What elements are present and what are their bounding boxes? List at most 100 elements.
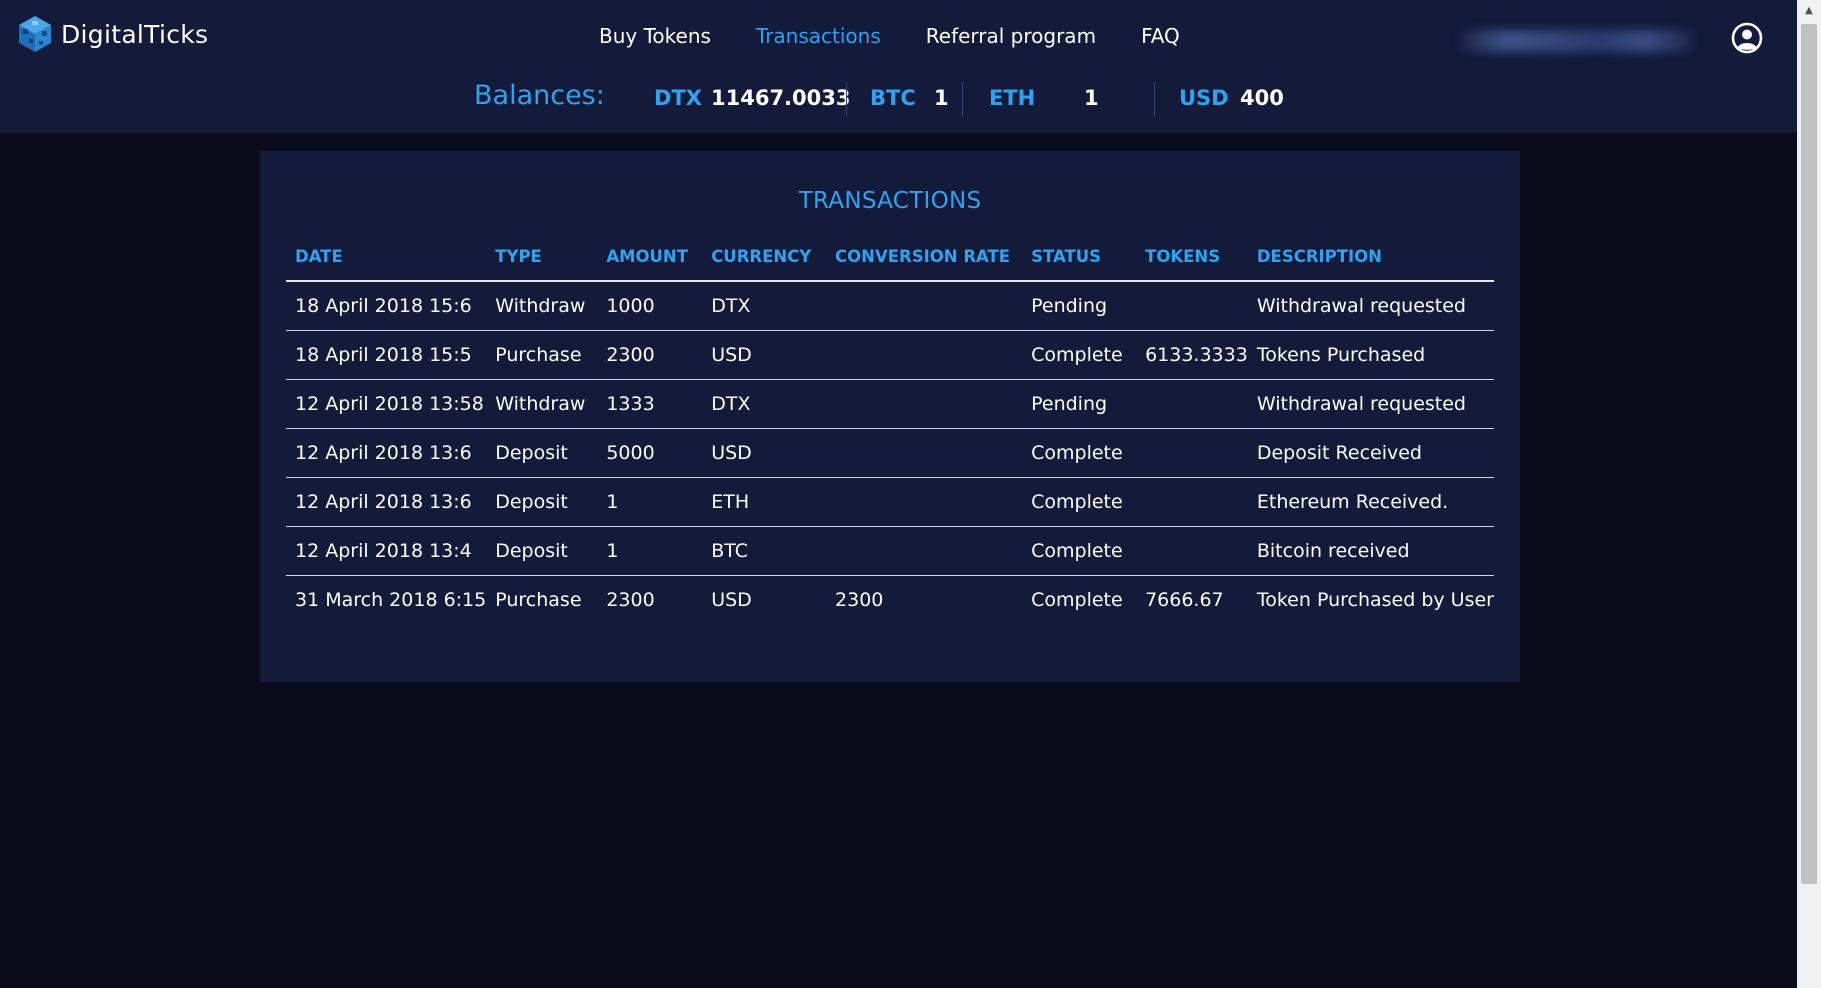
scroll-up-icon[interactable]: ▲ [1797, 2, 1821, 20]
balance-divider [962, 82, 963, 116]
balance-currency-dtx: DTX [654, 86, 702, 110]
cell-date: 18 April 2018 15:5 [286, 330, 487, 380]
cell-status: Complete [1031, 589, 1123, 611]
column-header[interactable]: CONVERSION RATE [826, 233, 1023, 282]
cell-status: Complete [1022, 477, 1137, 527]
cell-description: Token Purchased by User [1256, 589, 1494, 611]
transactions-table: DATE TYPE AMOUNT CURRENCY CONVERSION RAT… [286, 233, 1494, 624]
nav-faq[interactable]: FAQ [1141, 24, 1180, 48]
transactions-title: TRANSACTIONS [798, 188, 982, 214]
column-header[interactable]: AMOUNT [597, 233, 703, 282]
cell-type: Withdraw [486, 379, 598, 429]
cell-amount: 1 [597, 477, 703, 527]
table-row: 12 April 2018 13:6 Deposit 5000 USD Comp… [286, 428, 1494, 478]
cell-currency: BTC [702, 526, 827, 576]
cell-date: 12 April 2018 13:6 [286, 477, 487, 527]
cell-currency: DTX [702, 379, 827, 429]
cell-amount: 5000 [597, 428, 703, 478]
cell-description: Withdrawal requested [1247, 281, 1494, 331]
vertical-scrollbar[interactable]: ▲ [1797, 0, 1821, 988]
cell-conversion-rate [826, 281, 1023, 331]
app-logo[interactable]: DigitalTicks [16, 14, 208, 54]
balance-divider [1154, 82, 1155, 116]
cell-type: Deposit [486, 526, 598, 576]
cell-tokens: 7666.67 [1145, 589, 1224, 611]
table-row: 12 April 2018 13:6 Deposit 1 ETH Complet… [286, 477, 1494, 527]
cell-conversion-rate [826, 330, 1023, 380]
cell-status: Complete [1022, 330, 1137, 380]
cell-amount: 1000 [597, 281, 703, 331]
cell-currency: USD [702, 330, 827, 380]
nav-referral-program[interactable]: Referral program [926, 24, 1096, 48]
cell-type: Withdraw [486, 281, 598, 331]
nav-transactions[interactable]: Transactions [756, 24, 881, 48]
cell-type: Purchase [495, 589, 582, 611]
app-name: DigitalTicks [61, 19, 209, 49]
balance-currency-usd: USD [1179, 86, 1229, 110]
top-navigation-bar: DigitalTicks Buy Tokens Transactions Ref… [0, 0, 1797, 133]
user-circle-icon[interactable] [1731, 22, 1763, 54]
table-row: 31 March 2018 6:15 Purchase 2300 USD 230… [286, 576, 1494, 625]
cell-currency: ETH [702, 477, 827, 527]
balance-value-btc: 1 [934, 86, 949, 110]
cell-conversion-rate [826, 526, 1023, 576]
balance-currency-eth: ETH [989, 86, 1036, 110]
cell-tokens [1136, 428, 1248, 478]
cell-tokens: 6133.3333 [1136, 330, 1248, 380]
blurred-username [1460, 30, 1692, 52]
cell-description: Ethereum Received. [1247, 477, 1494, 527]
cell-amount: 2300 [606, 589, 655, 611]
cell-status: Pending [1022, 379, 1137, 429]
column-header[interactable]: TOKENS [1136, 233, 1248, 282]
scrollbar-thumb[interactable] [1801, 24, 1817, 884]
column-header[interactable]: DATE [286, 233, 487, 282]
cell-description: Bitcoin received [1247, 526, 1494, 576]
cell-tokens [1136, 379, 1248, 429]
cell-currency: USD [711, 589, 752, 611]
column-header[interactable]: TYPE [486, 233, 598, 282]
balance-value-eth: 1 [1084, 86, 1099, 110]
cell-type: Deposit [486, 428, 598, 478]
cell-tokens [1136, 281, 1248, 331]
table-row: 18 April 2018 15:5 Purchase 2300 USD Com… [286, 330, 1494, 380]
cell-conversion-rate: 2300 [835, 589, 884, 611]
balance-divider [846, 82, 847, 116]
table-row: 12 April 2018 13:58 Withdraw 1333 DTX Pe… [286, 379, 1494, 429]
table-row: 12 April 2018 13:4 Deposit 1 BTC Complet… [286, 526, 1494, 576]
table-header-row: DATE TYPE AMOUNT CURRENCY CONVERSION RAT… [286, 233, 1494, 282]
cell-date: 18 April 2018 15:6 [286, 281, 487, 331]
main-nav: Buy Tokens Transactions Referral program… [599, 24, 1225, 48]
column-header[interactable]: CURRENCY [702, 233, 827, 282]
cell-conversion-rate [826, 379, 1023, 429]
cell-currency: USD [702, 428, 827, 478]
cell-tokens [1136, 477, 1248, 527]
cell-conversion-rate [826, 428, 1023, 478]
cell-description: Tokens Purchased [1247, 330, 1494, 380]
cell-description: Deposit Received [1247, 428, 1494, 478]
cell-amount: 1 [597, 526, 703, 576]
cell-date: 31 March 2018 6:15 [295, 589, 487, 611]
cell-type: Purchase [486, 330, 598, 380]
cell-type: Deposit [486, 477, 598, 527]
balance-value-dtx: 11467.0033 [711, 86, 851, 110]
balance-currency-btc: BTC [870, 86, 916, 110]
cell-date: 12 April 2018 13:58 [286, 379, 487, 429]
nav-buy-tokens[interactable]: Buy Tokens [599, 24, 711, 48]
cell-status: Pending [1022, 281, 1137, 331]
column-header[interactable]: STATUS [1022, 233, 1137, 282]
cell-amount: 2300 [597, 330, 703, 380]
balances-title: Balances: [474, 80, 605, 111]
cell-description: Withdrawal requested [1247, 379, 1494, 429]
cell-status: Complete [1022, 526, 1137, 576]
transactions-panel: TRANSACTIONS DATE TYPE AMOUNT CURRENCY C… [260, 151, 1520, 682]
cell-date: 12 April 2018 13:4 [286, 526, 487, 576]
cell-status: Complete [1022, 428, 1137, 478]
column-header[interactable]: DESCRIPTION [1247, 233, 1494, 282]
table-row: 18 April 2018 15:6 Withdraw 1000 DTX Pen… [286, 281, 1494, 331]
cell-date: 12 April 2018 13:6 [286, 428, 487, 478]
cell-tokens [1136, 526, 1248, 576]
cell-currency: DTX [702, 281, 827, 331]
cell-amount: 1333 [597, 379, 703, 429]
cell-conversion-rate [826, 477, 1023, 527]
cube-logo-icon [19, 16, 51, 52]
